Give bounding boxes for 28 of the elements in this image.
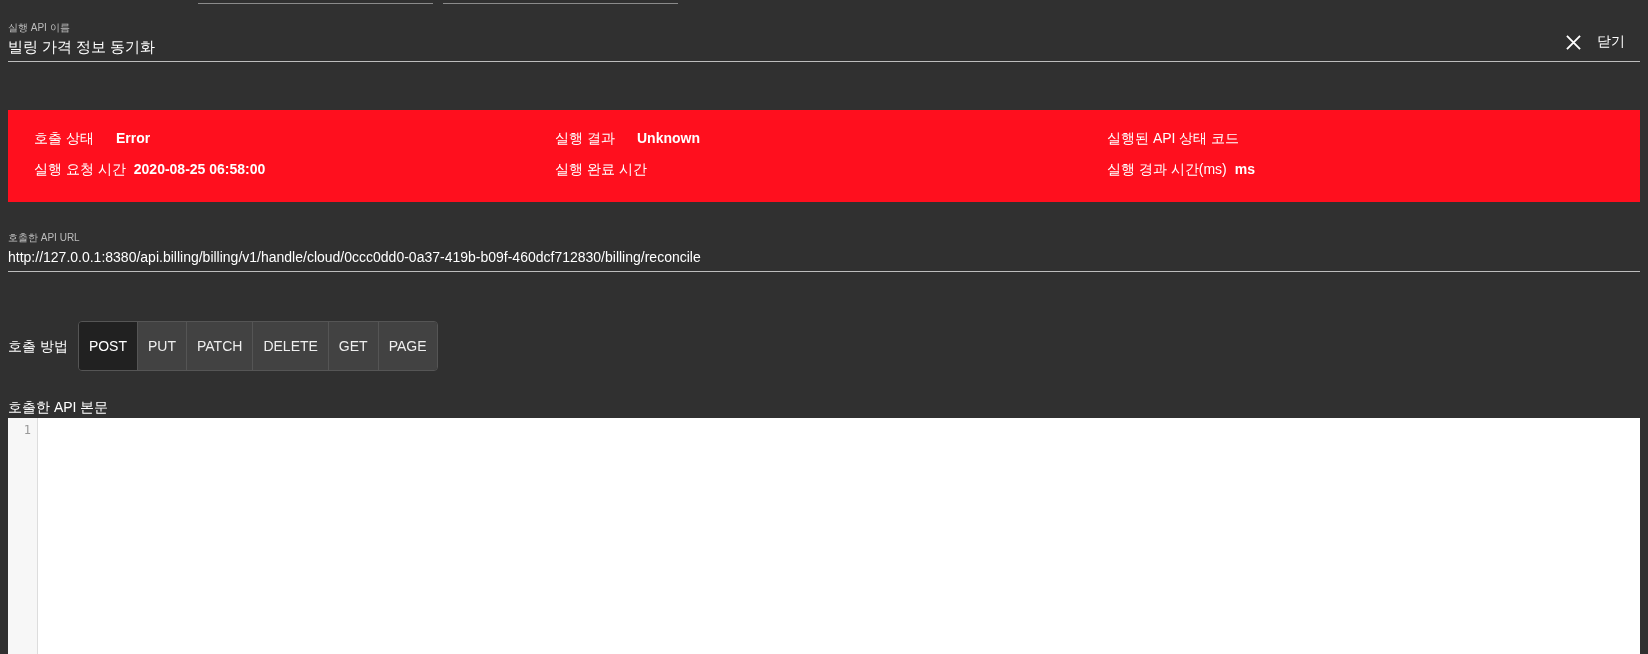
input-field[interactable]: [443, 0, 678, 4]
method-button[interactable]: POST: [78, 322, 137, 370]
url-field[interactable]: 호출한 API URL http://127.0.0.1:8380/api.billing/billing/v1/handle/cloud/0ccc0dd0-0a37-419b-b09f-460dcf712830/billing/reconcile: [8, 232, 1640, 272]
status-value: Error: [116, 129, 151, 147]
close-icon: [1566, 34, 1581, 50]
method-label: 호출 방법: [8, 337, 68, 355]
line-number: 1: [22, 422, 32, 438]
status-label: 실행 완료 시간: [555, 160, 647, 178]
method-button[interactable]: DELETE: [252, 322, 328, 370]
field-label: 호출한 API URL: [8, 232, 80, 244]
method-button[interactable]: GET: [327, 322, 378, 370]
method-button[interactable]: PUT: [137, 322, 186, 370]
close-button[interactable]: 닫기: [1566, 30, 1625, 54]
status-label: 실행된 API 상태 코드: [1107, 129, 1240, 147]
body-label: 호출한 API 본문: [8, 398, 110, 416]
field-value: http://127.0.0.1:8380/api.billing/billing/v1/handle/cloud/0ccc0dd0-0a37-419b-b09f-460dcf712830/billing/reconcile: [8, 248, 701, 266]
status-value: ms: [1234, 160, 1255, 178]
status-label: 실행 결과: [555, 129, 616, 147]
status-label: 호출 상태: [34, 129, 95, 147]
field-label: 실행 API 이름: [8, 22, 70, 34]
status-value: Unknown: [637, 129, 700, 147]
method-button[interactable]: PATCH: [186, 322, 253, 370]
status-value: 2020-08-25 06:58:00: [133, 160, 266, 178]
input-field[interactable]: [198, 0, 433, 4]
status-label: 실행 경과 시간(ms): [1107, 160, 1227, 178]
method-button[interactable]: PAGE: [377, 322, 437, 370]
status-label: 실행 요청 시간: [34, 160, 126, 178]
field-value: 빌링 가격 정보 동기화: [8, 38, 156, 56]
